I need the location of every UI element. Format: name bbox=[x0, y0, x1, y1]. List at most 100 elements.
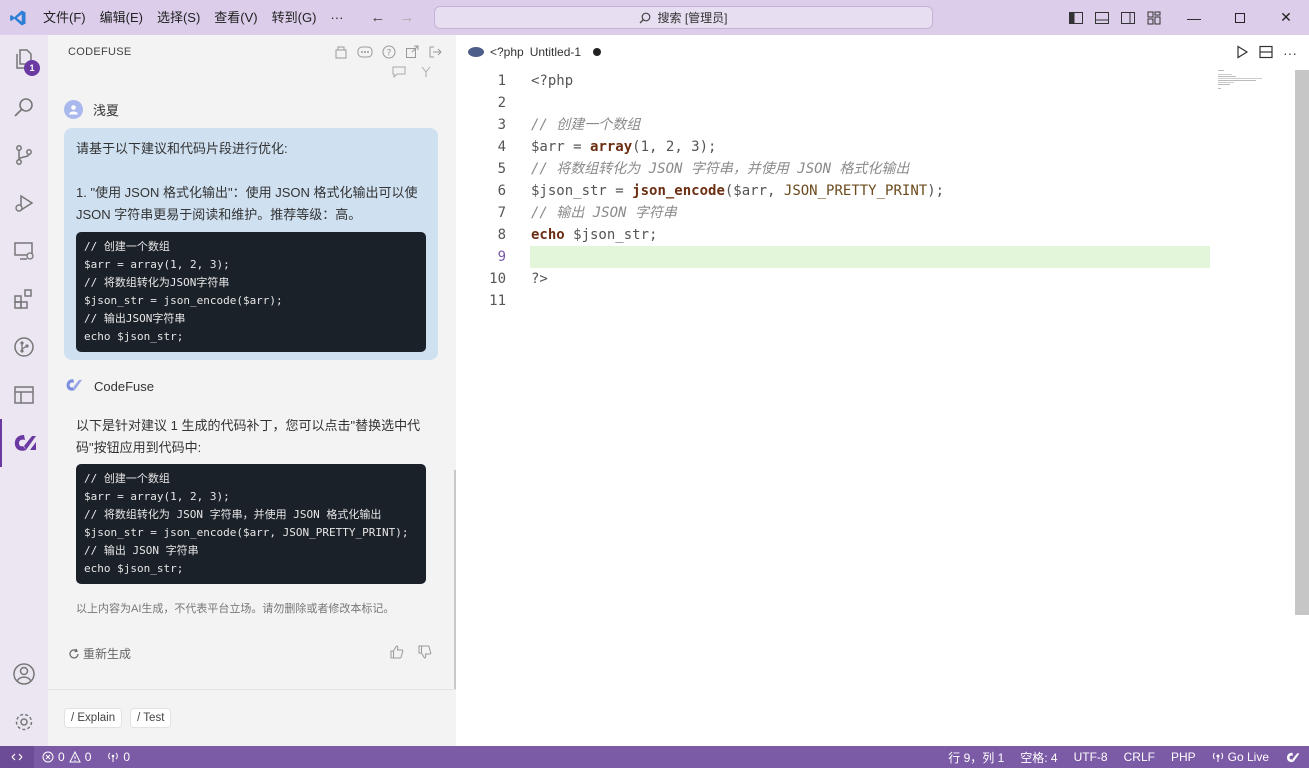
accounts-icon[interactable] bbox=[0, 650, 48, 698]
test-command-chip[interactable]: / Test bbox=[130, 708, 172, 728]
request-suggestion: 1. "使用 JSON 格式化输出"：使用 JSON 格式化输出可以使 JSON… bbox=[76, 185, 418, 222]
cursor-position[interactable]: 行 9，列 1 bbox=[940, 749, 1012, 766]
php-file-icon bbox=[468, 47, 484, 57]
editor-scrollbar[interactable] bbox=[1295, 70, 1309, 615]
status-bar: 0 0 0 行 9，列 1 空格: 4 UTF-8 CRLF PHP Go Li… bbox=[0, 746, 1309, 768]
menu-selection[interactable]: 选择(S) bbox=[150, 0, 207, 35]
minimize-icon[interactable]: — bbox=[1171, 0, 1217, 35]
menu-more[interactable]: ··· bbox=[323, 0, 350, 35]
code-text-highlighted: $arr = array(1, 2, 3); bbox=[531, 139, 717, 155]
navigation-arrows: ← → bbox=[370, 9, 414, 26]
encoding[interactable]: UTF-8 bbox=[1066, 750, 1116, 764]
menu-go[interactable]: 转到(G) bbox=[265, 0, 324, 35]
comment-icon[interactable] bbox=[392, 66, 406, 81]
codefuse-panel: CODEFUSE ? 浅夏 请基于以下建议和代码片段进行优化: 1. "使用 J… bbox=[48, 35, 457, 746]
ai-disclaimer: 以上内容为AI生成，不代表平台立场。请勿删除或者修改本标记。 bbox=[76, 603, 395, 615]
codefuse-logo-icon bbox=[64, 377, 84, 396]
title-bar: 文件(F) 编辑(E) 选择(S) 查看(V) 转到(G) ··· ← → 搜索… bbox=[0, 0, 1309, 35]
line-number: 11 bbox=[489, 293, 506, 309]
history-icon[interactable] bbox=[334, 45, 348, 62]
tab-language: <?php bbox=[490, 45, 524, 59]
bot-answer: 以下是针对建议 1 生成的代码补丁，您可以点击"替换选中代码"按钮应用到代码中:… bbox=[76, 415, 426, 584]
explorer-icon[interactable]: 1 bbox=[0, 35, 48, 83]
codefuse-icon[interactable] bbox=[0, 419, 48, 467]
go-live-button[interactable]: Go Live bbox=[1204, 750, 1277, 764]
forward-arrow-icon[interactable]: → bbox=[399, 9, 414, 26]
code-text: // 将数组转化为 JSON 字符串，并使用 JSON 格式化输出 bbox=[531, 161, 910, 177]
codefuse-status-icon[interactable] bbox=[1277, 751, 1309, 764]
menu-file[interactable]: 文件(F) bbox=[36, 0, 93, 35]
layout-controls bbox=[1068, 0, 1162, 35]
code-text-highlighted: echo $json_str; bbox=[531, 227, 658, 243]
branch-icon[interactable] bbox=[420, 66, 432, 81]
regenerate-button[interactable]: 重新生成 bbox=[68, 645, 131, 662]
end-of-line[interactable]: CRLF bbox=[1116, 750, 1163, 764]
remote-icon bbox=[11, 753, 23, 761]
ports-count: 0 bbox=[123, 750, 131, 764]
error-icon bbox=[42, 751, 54, 763]
line-number: 8 bbox=[497, 227, 506, 243]
menu-view[interactable]: 查看(V) bbox=[207, 0, 264, 35]
close-icon[interactable]: ✕ bbox=[1263, 0, 1309, 35]
run-debug-icon[interactable] bbox=[0, 179, 48, 227]
settings-gear-icon[interactable] bbox=[0, 698, 48, 746]
logout-icon[interactable] bbox=[428, 45, 442, 62]
language-mode[interactable]: PHP bbox=[1163, 750, 1204, 764]
customize-layout-icon[interactable] bbox=[1146, 10, 1162, 26]
problems-indicator[interactable]: 0 0 bbox=[34, 750, 99, 764]
explain-command-chip[interactable]: / Explain bbox=[64, 708, 123, 728]
code-text: // 输出 JSON 字符串 bbox=[531, 205, 677, 221]
open-external-icon[interactable] bbox=[405, 45, 419, 62]
menu-edit[interactable]: 编辑(E) bbox=[93, 0, 150, 35]
request-code-line: // 输出JSON字符串 bbox=[84, 312, 186, 325]
toggle-panel-icon[interactable] bbox=[1094, 10, 1110, 26]
user-name: 浅夏 bbox=[93, 103, 120, 118]
toggle-primary-sidebar-icon[interactable] bbox=[1068, 10, 1084, 26]
extensions-icon[interactable] bbox=[0, 275, 48, 323]
help-icon[interactable]: ? bbox=[382, 45, 396, 62]
split-editor-icon[interactable] bbox=[1259, 45, 1273, 62]
maximize-icon[interactable] bbox=[1217, 0, 1263, 35]
source-control-icon[interactable] bbox=[0, 131, 48, 179]
editor-tab[interactable]: <?php Untitled-1 bbox=[468, 45, 602, 59]
remote-indicator[interactable] bbox=[0, 746, 34, 768]
line-number: 10 bbox=[489, 271, 506, 287]
answer-code-block: // 创建一个数组 $arr = array(1, 2, 3); // 将数组转化为… bbox=[76, 464, 426, 584]
code-editor[interactable]: 1 <?php 2 3 // 创建一个数组 4 $arr = array(1, 2, … bbox=[456, 70, 1309, 312]
panels-icon[interactable] bbox=[0, 371, 48, 419]
explorer-badge: 1 bbox=[24, 60, 40, 76]
back-arrow-icon[interactable]: ← bbox=[370, 9, 385, 26]
line-number: 1 bbox=[497, 73, 506, 89]
editor-area: <?php Untitled-1 ··· 1 <?php 2 3 // 创建一个数组… bbox=[456, 35, 1309, 746]
antenna-icon bbox=[108, 752, 119, 762]
code-line: 1 <?php bbox=[456, 70, 1309, 92]
error-count: 0 bbox=[58, 750, 65, 764]
code-line: 8 echo $json_str; bbox=[456, 224, 1309, 246]
run-icon[interactable] bbox=[1235, 45, 1249, 62]
search-icon bbox=[640, 12, 651, 23]
request-intro: 请基于以下建议和代码片段进行优化: bbox=[76, 141, 288, 156]
unsaved-dot-icon[interactable] bbox=[593, 48, 602, 56]
thumbs-down-icon[interactable] bbox=[418, 645, 432, 662]
code-text-highlighted: $json_str = json_encode($arr, JSON_PRETT… bbox=[531, 183, 945, 199]
quick-commands: / Explain / Test bbox=[64, 708, 172, 728]
thumbs-up-icon[interactable] bbox=[390, 645, 404, 662]
toggle-secondary-sidebar-icon[interactable] bbox=[1120, 10, 1136, 26]
git-graph-icon[interactable] bbox=[0, 323, 48, 371]
line-number: 7 bbox=[497, 205, 506, 221]
command-center-search[interactable]: 搜索 [管理员] bbox=[434, 6, 933, 29]
line-number: 5 bbox=[497, 161, 506, 177]
activity-bar: 1 bbox=[0, 35, 48, 746]
search-view-icon[interactable] bbox=[0, 83, 48, 131]
more-actions-icon[interactable]: ··· bbox=[1283, 45, 1297, 62]
minimap[interactable] bbox=[1218, 70, 1268, 94]
code-line: 7 // 输出 JSON 字符串 bbox=[456, 202, 1309, 224]
tab-title: Untitled-1 bbox=[529, 45, 582, 59]
indentation[interactable]: 空格: 4 bbox=[1012, 749, 1065, 766]
chat-icon[interactable] bbox=[357, 45, 373, 62]
panel-toolbar-secondary bbox=[392, 66, 432, 81]
bot-message-header: CodeFuse bbox=[64, 377, 154, 396]
code-text: ?> bbox=[531, 271, 548, 287]
remote-explorer-icon[interactable] bbox=[0, 227, 48, 275]
ports-indicator[interactable]: 0 bbox=[99, 750, 138, 764]
